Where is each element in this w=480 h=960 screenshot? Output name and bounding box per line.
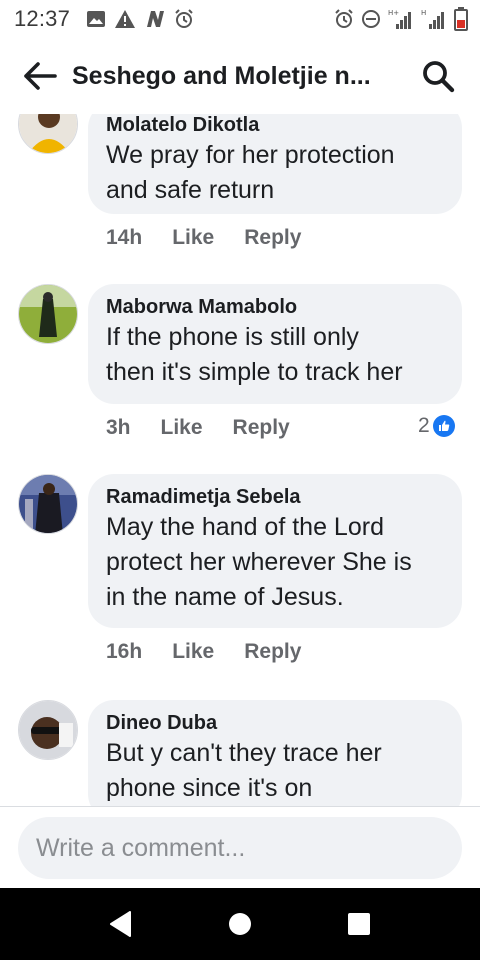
back-arrow-icon — [24, 62, 57, 90]
comment-author[interactable]: Molatelo Dikotla — [106, 114, 444, 138]
comment-text-line: protect her wherever She is — [106, 548, 412, 576]
comment-actions: 16h Like Reply — [106, 640, 331, 664]
status-bar: 12:37 H+ H — [0, 0, 480, 38]
home-circle-icon — [228, 913, 251, 935]
comment-text-line: and safe return — [106, 176, 275, 204]
image-icon — [86, 9, 106, 29]
header: Seshego and Moletjie n... — [0, 38, 480, 114]
like-button[interactable]: Like — [172, 226, 214, 250]
avatar[interactable] — [18, 474, 78, 534]
do-not-disturb-icon — [361, 9, 381, 29]
comment-text-line: May the hand of the Lord — [106, 513, 384, 541]
comment-text-line: in the name of Jesus. — [106, 583, 344, 611]
comment-input[interactable]: Write a comment... — [18, 817, 462, 879]
back-button[interactable] — [10, 46, 70, 106]
reply-button[interactable]: Reply — [244, 226, 301, 250]
n-icon — [144, 9, 166, 29]
comment-time: 14h — [106, 226, 143, 249]
reaction-summary[interactable]: 2 — [418, 414, 456, 438]
avatar[interactable] — [18, 700, 78, 760]
battery-icon — [454, 7, 468, 31]
search-button[interactable] — [410, 48, 466, 104]
search-icon — [423, 61, 455, 93]
status-right-icons: H+ H — [334, 7, 468, 31]
like-button[interactable]: Like — [161, 416, 203, 440]
comment-composer: Write a comment... — [0, 806, 480, 888]
recents-square-icon — [347, 913, 370, 935]
status-left-icons — [86, 9, 194, 29]
avatar[interactable] — [18, 114, 78, 154]
comment-bubble[interactable]: Molatelo Dikotla We pray for her protect… — [88, 114, 462, 214]
comment-author[interactable]: Maborwa Mamabolo — [106, 294, 444, 320]
alarm-icon — [174, 9, 194, 29]
comment-actions: 3h Like Reply — [106, 416, 320, 440]
comment-bubble[interactable]: Maborwa Mamabolo If the phone is still o… — [88, 284, 462, 404]
nav-back-button[interactable] — [91, 894, 151, 954]
comment-actions: 14h Like Reply — [106, 226, 331, 250]
comment-time: 3h — [106, 416, 131, 439]
comment-text-line: We pray for her protection — [106, 141, 395, 169]
alarm-icon — [334, 9, 354, 29]
reaction-count: 2 — [418, 414, 430, 437]
reply-button[interactable]: Reply — [244, 640, 301, 664]
comment-text-line: If the phone is still only — [106, 323, 359, 351]
comment-time: 16h — [106, 640, 143, 663]
signal-h-plus-icon: H+ — [388, 8, 414, 30]
svg-text:H: H — [421, 9, 426, 17]
comment-bubble[interactable]: Ramadimetja Sebela May the hand of the L… — [88, 474, 462, 628]
comment-text-line: But y can't they trace her — [106, 739, 382, 767]
comment-text-line: phone since it's on — [106, 774, 313, 802]
comment-author[interactable]: Dineo Duba — [106, 710, 444, 736]
comment-text-line: then it's simple to track her — [106, 358, 403, 386]
page-title: Seshego and Moletjie n... — [72, 61, 371, 90]
system-nav-bar — [0, 888, 480, 960]
nav-recents-button[interactable] — [329, 894, 389, 954]
svg-text:H+: H+ — [388, 9, 399, 17]
comment-bubble[interactable]: Dineo Duba But y can't they trace her ph… — [88, 700, 462, 806]
like-reaction-icon — [432, 415, 455, 437]
warning-icon — [114, 9, 136, 29]
avatar[interactable] — [18, 284, 78, 344]
reply-button[interactable]: Reply — [233, 416, 290, 440]
comment-author[interactable]: Ramadimetja Sebela — [106, 484, 444, 510]
signal-h-icon: H — [421, 8, 447, 30]
like-button[interactable]: Like — [172, 640, 214, 664]
status-time: 12:37 — [14, 6, 71, 31]
nav-home-button[interactable] — [210, 894, 270, 954]
back-triangle-icon — [110, 911, 132, 937]
comments-list: Molatelo Dikotla We pray for her protect… — [0, 114, 480, 806]
